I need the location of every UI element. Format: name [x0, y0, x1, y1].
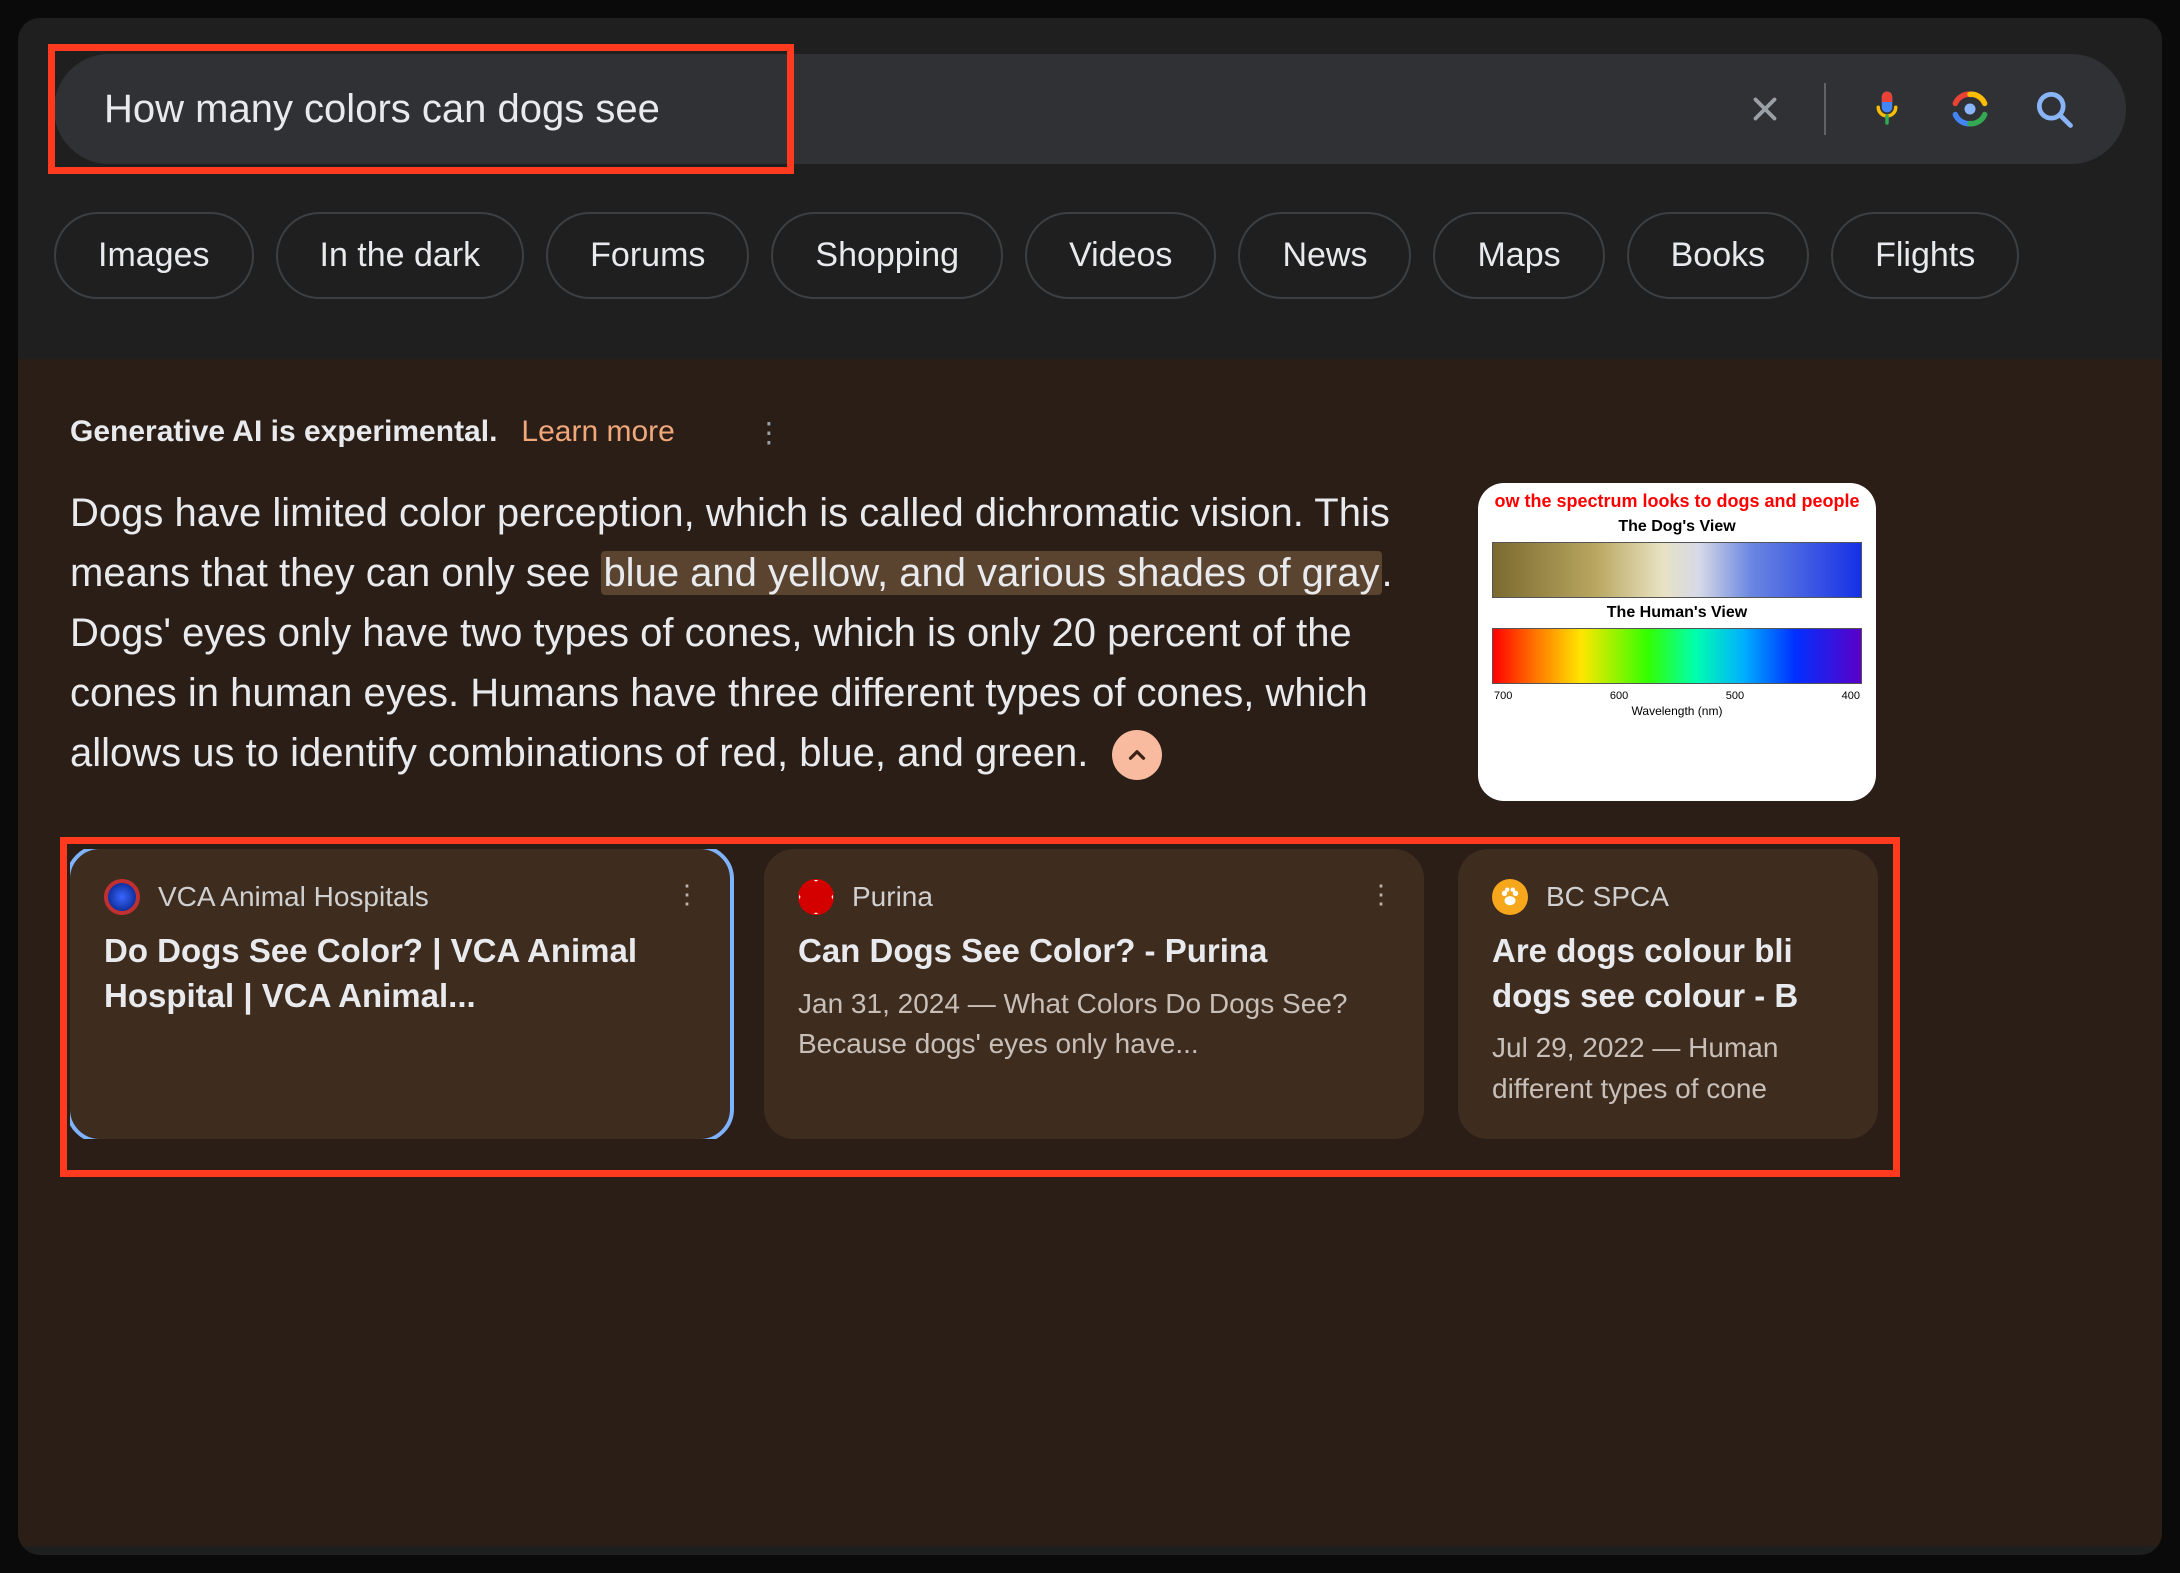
search-actions: [1746, 83, 2076, 135]
search-input[interactable]: [104, 87, 1746, 132]
thumb-human-label: The Human's View: [1488, 604, 1866, 622]
card-title: Do Dogs See Color? | VCA Animal Hospital…: [104, 929, 696, 1018]
chip-news[interactable]: News: [1238, 212, 1411, 299]
thumb-human-spectrum: [1492, 628, 1862, 684]
ai-overview-thumbnail[interactable]: ow the spectrum looks to dogs and people…: [1478, 483, 1876, 801]
search-results-panel: Images In the dark Forums Shopping Video…: [18, 18, 2162, 1555]
ai-overview-menu-icon[interactable]: ⋮: [755, 416, 783, 449]
source-cards-row: ⋮ VCA Animal Hospitals Do Dogs See Color…: [70, 849, 2118, 1139]
card-snippet: Jan 31, 2024 — What Colors Do Dogs See? …: [798, 984, 1390, 1065]
tick: 400: [1842, 690, 1860, 702]
chip-books[interactable]: Books: [1627, 212, 1810, 299]
tick: 700: [1494, 690, 1512, 702]
chip-videos[interactable]: Videos: [1025, 212, 1216, 299]
filter-chips-row: Images In the dark Forums Shopping Video…: [54, 212, 2126, 299]
card-title: Are dogs colour bli dogs see colour - B: [1492, 929, 1844, 1018]
source-cards-container: ⋮ VCA Animal Hospitals Do Dogs See Color…: [62, 849, 2118, 1139]
ai-overview-header: Generative AI is experimental. Learn mor…: [62, 415, 2118, 449]
card-source-name: Purina: [852, 881, 933, 913]
card-source-name: VCA Animal Hospitals: [158, 881, 429, 913]
search-submit-icon[interactable]: [2032, 87, 2076, 131]
ai-overview-body: Dogs have limited color perception, whic…: [62, 483, 2118, 801]
chip-forums[interactable]: Forums: [546, 212, 749, 299]
chip-shopping[interactable]: Shopping: [771, 212, 1003, 299]
divider: [1824, 83, 1826, 135]
card-title: Can Dogs See Color? - Purina: [798, 929, 1390, 974]
image-search-icon[interactable]: [1948, 87, 1992, 131]
tick: 500: [1726, 690, 1744, 702]
chip-maps[interactable]: Maps: [1433, 212, 1604, 299]
tick: 600: [1610, 690, 1628, 702]
card-menu-icon[interactable]: ⋮: [1368, 879, 1394, 910]
voice-search-icon[interactable]: [1866, 88, 1908, 130]
chip-flights[interactable]: Flights: [1831, 212, 2019, 299]
learn-more-link[interactable]: Learn more: [521, 415, 674, 449]
thumb-dog-label: The Dog's View: [1488, 518, 1866, 536]
chip-images[interactable]: Images: [54, 212, 254, 299]
card-source-name: BC SPCA: [1546, 881, 1669, 913]
favicon-icon: [104, 879, 140, 915]
search-pill: [54, 54, 2126, 164]
source-card[interactable]: ⋮ VCA Animal Hospitals Do Dogs See Color…: [70, 849, 730, 1139]
ai-text-highlight: blue and yellow, and various shades of g…: [601, 551, 1381, 595]
favicon-icon: [1492, 879, 1528, 915]
thumb-axis-ticks: 700 600 500 400: [1488, 690, 1866, 702]
card-snippet: Jul 29, 2022 — Human different types of …: [1492, 1028, 1844, 1109]
ai-overview-block: Generative AI is experimental. Learn mor…: [18, 359, 2162, 1546]
ai-disclaimer-label: Generative AI is experimental.: [70, 415, 497, 449]
ai-overview-text: Dogs have limited color perception, whic…: [70, 483, 1420, 801]
thumb-dog-spectrum: [1492, 542, 1862, 598]
collapse-button[interactable]: [1112, 730, 1162, 780]
clear-icon[interactable]: [1746, 90, 1784, 128]
source-card[interactable]: BC SPCA Are dogs colour bli dogs see col…: [1458, 849, 1878, 1139]
source-card[interactable]: ⋮ Purina Can Dogs See Color? - Purina Ja…: [764, 849, 1424, 1139]
thumb-axis-label: Wavelength (nm): [1488, 704, 1866, 718]
card-menu-icon[interactable]: ⋮: [674, 879, 700, 910]
favicon-icon: [798, 879, 834, 915]
search-bar-container: [54, 54, 2126, 164]
chip-in-the-dark[interactable]: In the dark: [276, 212, 525, 299]
thumb-title: ow the spectrum looks to dogs and people: [1488, 491, 1866, 512]
